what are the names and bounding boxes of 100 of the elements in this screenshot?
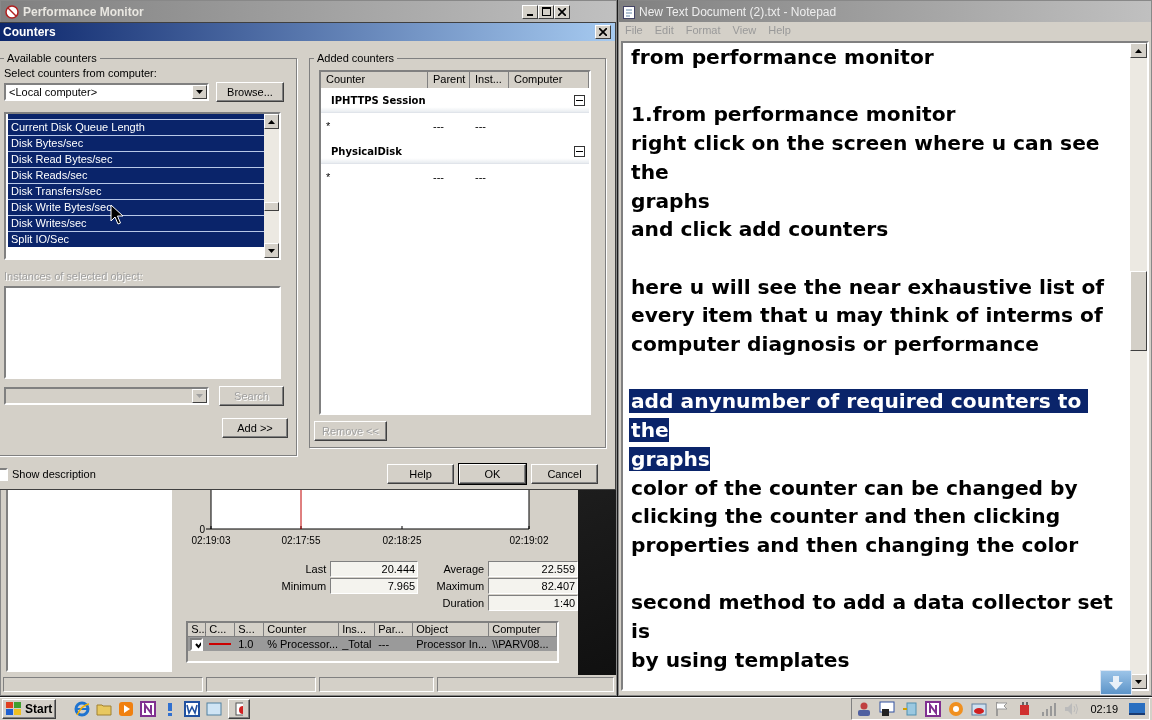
browse-button[interactable]: Browse... [216, 82, 284, 102]
text-line: right click on the screen where u can see [630, 131, 1100, 156]
text-line: color of the counter can be changed by [630, 475, 1078, 500]
checkbox[interactable] [190, 637, 204, 651]
search-dropdown[interactable] [4, 387, 209, 405]
collapse-icon[interactable] [574, 145, 585, 157]
table-cell-text: % Processor... [266, 638, 340, 650]
close-button[interactable] [595, 25, 611, 39]
list-item[interactable]: Current Disk Queue Length [8, 119, 264, 135]
maximize-icon [541, 7, 551, 16]
close-button[interactable] [554, 4, 570, 19]
add-button[interactable]: Add >> [222, 418, 288, 438]
text-line: the [630, 159, 669, 184]
scroll-thumb[interactable] [264, 202, 279, 211]
device-icon[interactable] [971, 701, 988, 717]
column-header[interactable]: S... [188, 623, 207, 637]
scrollbar[interactable] [264, 114, 279, 258]
table-cell-text: \\PARV08... [491, 638, 550, 650]
down-arrow-icon [1109, 675, 1123, 690]
column-header[interactable]: Object [413, 623, 490, 637]
taskbar-window-button[interactable] [228, 699, 251, 719]
table-cell-text: * [325, 171, 332, 183]
text-line: properties and then changing the color [630, 532, 1079, 557]
app-icon [5, 4, 19, 19]
table-cell-text: _Total [341, 638, 373, 650]
table-cell-text: --- [432, 120, 445, 132]
text-line: from performance monitor [630, 45, 934, 69]
time-label: 02:19:02 [509, 535, 549, 546]
column-header[interactable]: Counter [264, 623, 340, 637]
media-player-icon[interactable] [118, 701, 135, 717]
collapse-icon[interactable] [574, 94, 585, 106]
scroll-thumb[interactable] [1130, 271, 1147, 351]
down-arrow-icon [1135, 679, 1142, 684]
text-line: here u will see the near exhaustive list of [630, 274, 1105, 299]
column-header[interactable]: Computer [489, 623, 558, 637]
time-label: 02:19:03 [191, 535, 231, 546]
show-desktop-icon[interactable] [1129, 701, 1145, 717]
close-icon [558, 7, 566, 16]
column-header[interactable]: Ins... [339, 623, 376, 637]
computer-dropdown[interactable]: <Local computer> [4, 83, 209, 101]
stat-label: Average [442, 563, 485, 575]
scrollbar[interactable] [1130, 43, 1147, 689]
table-cell-text: --- [377, 638, 391, 650]
group-name: IPHTTPS Session [331, 94, 426, 106]
text-line: 1.from performance monitor [630, 102, 956, 127]
text-line: by using templates [630, 647, 850, 672]
browser-icon[interactable] [74, 701, 91, 717]
maximize-button[interactable] [538, 4, 554, 19]
stat-value: 1:40 [488, 595, 579, 611]
notebook-icon[interactable] [140, 701, 157, 717]
column-header[interactable]: Par... [375, 623, 414, 637]
dropdown-arrow-icon [196, 90, 203, 94]
dialog-button[interactable]: OK [459, 464, 526, 484]
dialog-title: Counters [2, 25, 57, 39]
text-line: clicking the counter and then clicking [630, 504, 1061, 529]
checkbox-label[interactable]: Show description [12, 468, 96, 480]
column-header[interactable]: S... [235, 623, 265, 637]
text-line: graphs [630, 188, 710, 213]
column-header[interactable]: C... [206, 623, 236, 637]
download-button[interactable] [1100, 670, 1132, 695]
stat-label: Duration [441, 597, 485, 609]
document-icon[interactable] [184, 701, 201, 717]
group-name: PhysicalDisk [331, 145, 402, 157]
minimize-button[interactable] [522, 4, 538, 19]
dialog-button[interactable]: Cancel [531, 464, 598, 484]
dropdown-arrow-icon [196, 394, 203, 398]
list-item[interactable]: Disk Write Bytes/sec [8, 199, 264, 215]
table-cell-text: 1.0 [237, 638, 255, 650]
user-icon[interactable] [856, 701, 873, 717]
circle-icon[interactable] [948, 701, 965, 717]
text-line: computer diagnosis or performance [630, 332, 1039, 356]
dialog-button[interactable]: Help [387, 464, 454, 484]
close-icon [599, 28, 607, 36]
start-button[interactable]: Start [2, 699, 57, 719]
time-label: 02:17:55 [281, 535, 321, 546]
text-line: every item that u may think of interms of [630, 303, 1103, 328]
text-line: second method to add a data collector set [630, 590, 1113, 615]
notebook-icon[interactable] [925, 701, 942, 717]
list-item[interactable]: Disk Transfers/sec [8, 183, 264, 199]
legend-row[interactable]: 1.0 % Processor... _Total --- Processor In... \\PARV08... [188, 637, 558, 651]
list-item[interactable]: Split IO/Sec [8, 231, 264, 247]
clock: 02:19 [1090, 703, 1118, 715]
list-item[interactable]: Disk Bytes/sec [8, 135, 264, 151]
up-arrow-icon [268, 119, 275, 124]
down-arrow-icon [268, 248, 275, 253]
lock-icon[interactable] [879, 701, 896, 717]
list-item[interactable]: Disk Writes/sec [8, 215, 264, 231]
window-title: Performance Monitor [23, 4, 145, 19]
minimize-icon [527, 13, 533, 16]
monitor-icon [235, 702, 244, 716]
window-title: New Text Document (2).txt - Notepad [639, 4, 838, 19]
up-arrow-icon [1135, 48, 1142, 53]
list-item[interactable]: Disk Read Bytes/sec [8, 151, 264, 167]
list-item[interactable]: Disk Reads/sec [8, 167, 264, 183]
stat-label: Maximum [435, 580, 485, 592]
table-cell-text: Processor In... [415, 638, 489, 650]
instances-list[interactable] [4, 286, 281, 379]
stat-value: 20.444 [330, 561, 419, 577]
table-cell-text: * [325, 120, 332, 132]
stat-value: 22.559 [488, 561, 579, 577]
